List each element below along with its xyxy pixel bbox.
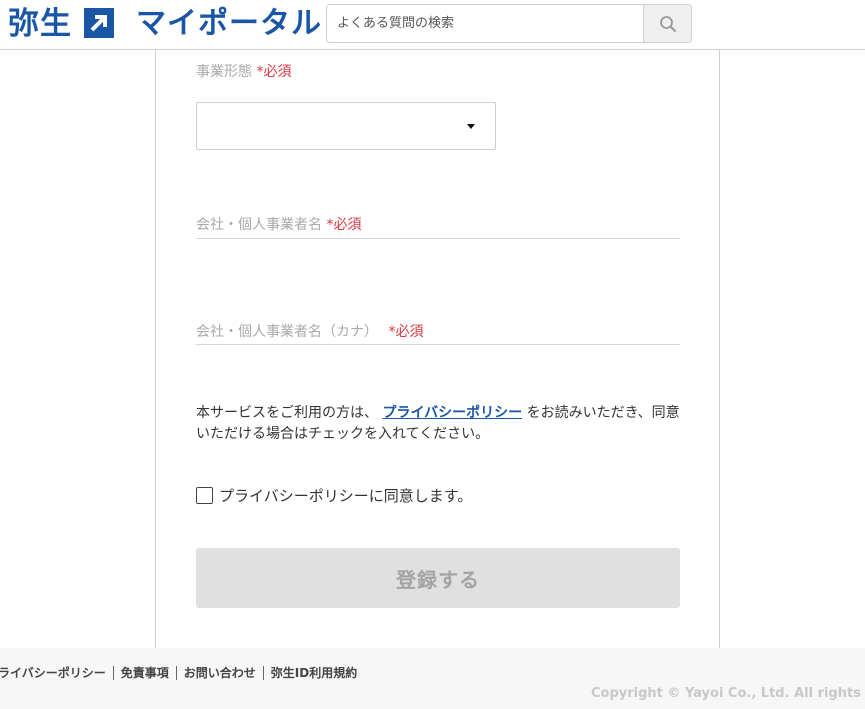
- required-mark: *必須: [388, 324, 424, 340]
- company-name-kana-label-text: 会社・個人事業者名（カナ）: [196, 324, 378, 340]
- company-name-label: 会社・個人事業者名 *必須: [196, 215, 361, 235]
- privacy-notice: 本サービスをご利用の方は、 プライバシーポリシー をお読みいただき、同意いただけ…: [196, 403, 681, 445]
- main-content: 事業形態 *必須 会社・個人事業者名 *必須 会社・個人事業者名（カナ） *必須…: [0, 50, 865, 648]
- portal-title[interactable]: マイポータル: [136, 4, 322, 44]
- faq-search-box: [326, 4, 692, 43]
- register-button[interactable]: 登録する: [196, 548, 680, 608]
- footer-divider: [175, 665, 177, 680]
- footer-link-contact[interactable]: お問い合わせ: [184, 664, 256, 681]
- privacy-agree-row[interactable]: プライバシーポリシーに同意します。: [196, 485, 472, 506]
- footer-links: プライバシーポリシー 免責事項 お問い合わせ 弥生ID利用規約: [0, 664, 357, 681]
- caret-down-icon: [467, 124, 475, 129]
- footer-link-privacy[interactable]: プライバシーポリシー: [0, 664, 106, 681]
- business-type-select[interactable]: [196, 102, 496, 150]
- business-type-label: 事業形態 *必須: [196, 62, 291, 82]
- faq-search-input[interactable]: [327, 5, 643, 42]
- company-name-label-text: 会社・個人事業者名: [196, 217, 322, 233]
- brand-arrow-icon[interactable]: [84, 8, 114, 38]
- privacy-agree-checkbox[interactable]: [196, 487, 213, 504]
- footer-link-disclaimer[interactable]: 免責事項: [121, 664, 169, 681]
- company-name-field[interactable]: 会社・個人事業者名 *必須: [196, 212, 680, 239]
- footer-divider: [262, 665, 264, 680]
- footer-divider: [112, 665, 114, 680]
- company-name-kana-field[interactable]: 会社・個人事業者名（カナ） *必須: [196, 318, 680, 345]
- privacy-agree-label[interactable]: プライバシーポリシーに同意します。: [219, 485, 472, 506]
- required-mark: *必須: [326, 217, 362, 233]
- privacy-policy-link[interactable]: プライバシーポリシー: [382, 405, 522, 421]
- registration-form: 事業形態 *必須 会社・個人事業者名 *必須 会社・個人事業者名（カナ） *必須…: [155, 50, 720, 648]
- brand-logo-text[interactable]: 弥生: [8, 4, 72, 44]
- required-mark: *必須: [256, 64, 292, 80]
- business-type-label-text: 事業形態: [196, 64, 252, 80]
- search-icon: [659, 15, 676, 32]
- site-header: 弥生 マイポータル: [0, 0, 865, 50]
- notice-text-before: 本サービスをご利用の方は、: [196, 405, 378, 421]
- copyright-text: Copyright © Yayoi Co., Ltd. All rights r…: [591, 686, 865, 701]
- company-name-kana-label: 会社・個人事業者名（カナ） *必須: [196, 322, 423, 342]
- search-button[interactable]: [643, 5, 691, 42]
- site-footer: プライバシーポリシー 免責事項 お問い合わせ 弥生ID利用規約 Copyrigh…: [0, 648, 865, 709]
- footer-link-terms[interactable]: 弥生ID利用規約: [271, 664, 357, 681]
